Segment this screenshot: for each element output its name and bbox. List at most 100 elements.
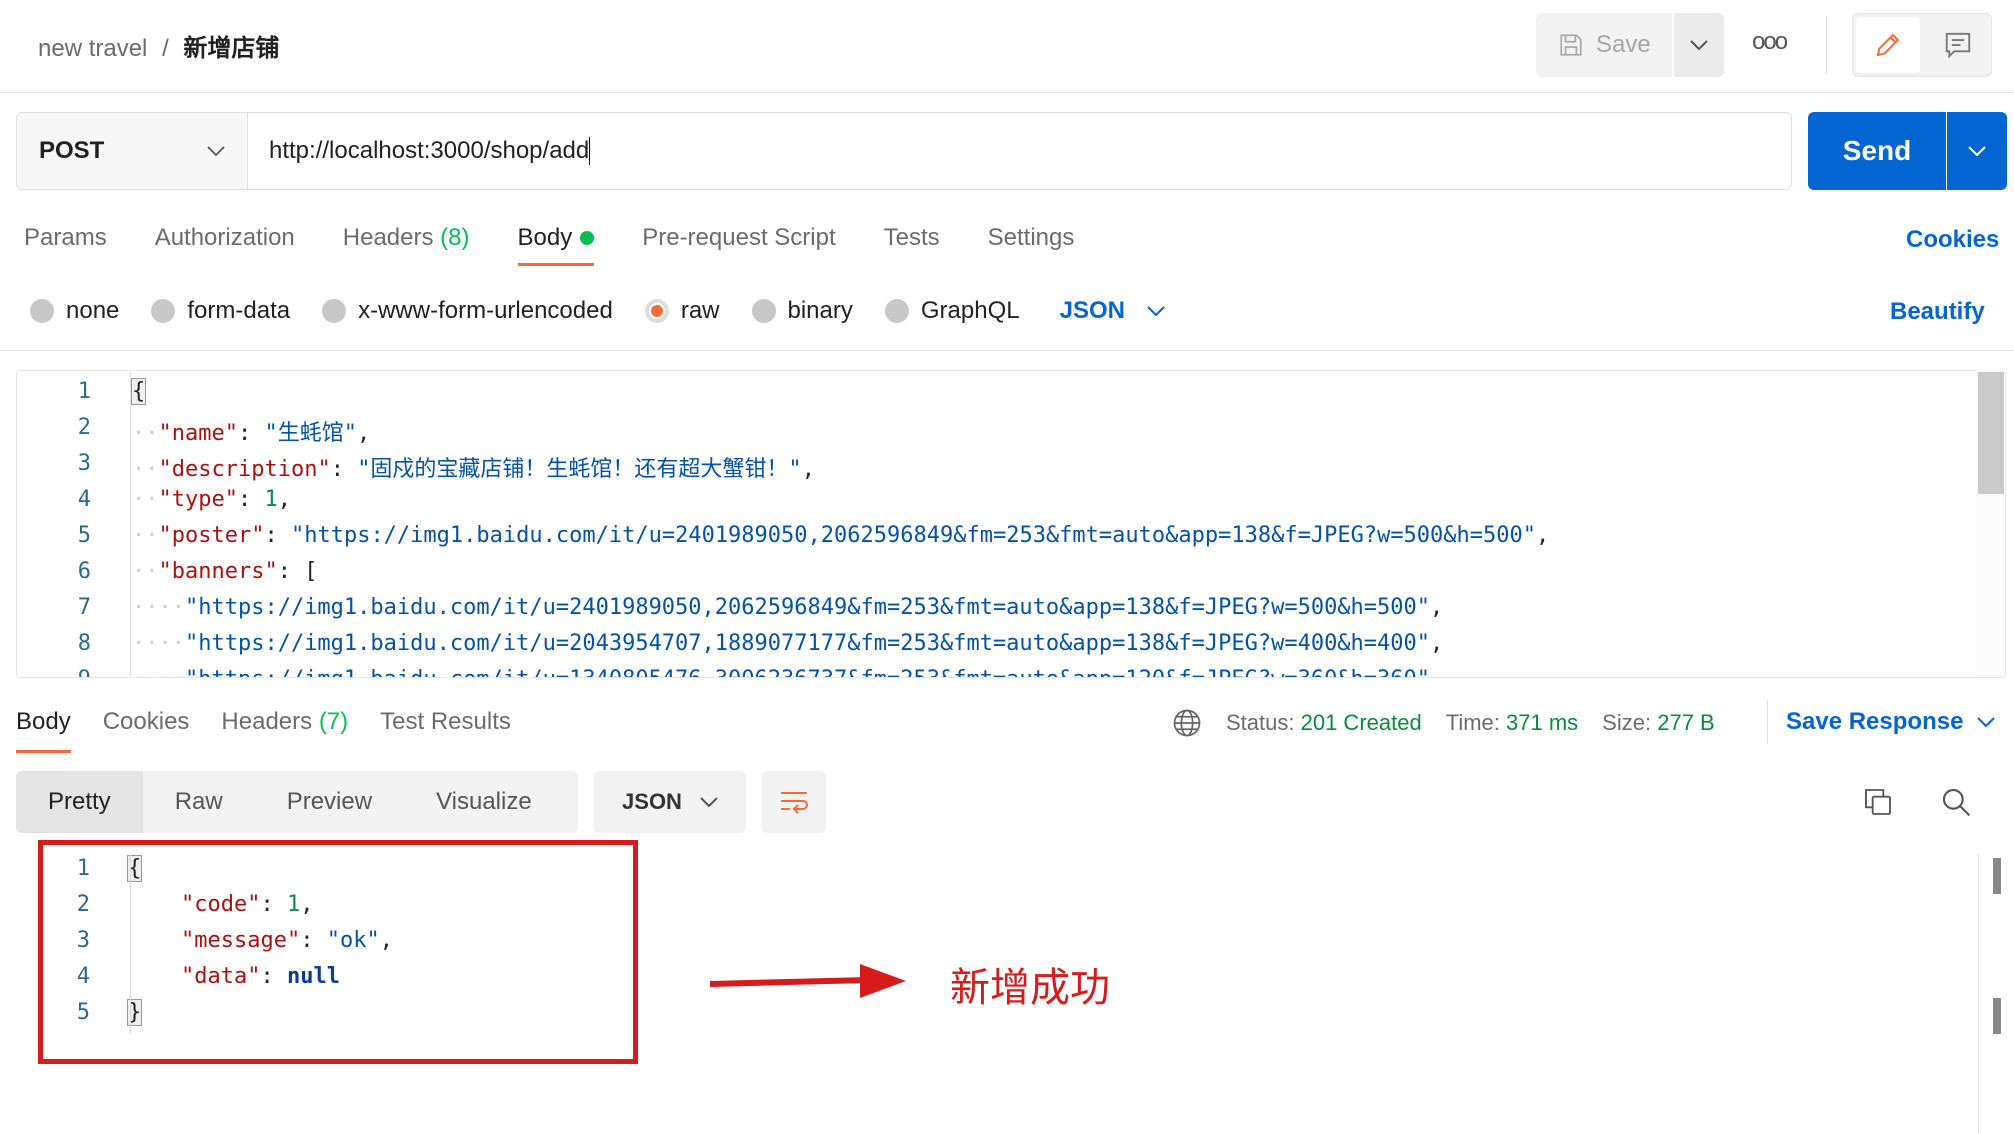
comment-icon xyxy=(1945,32,1971,59)
tab-settings[interactable]: Settings xyxy=(988,224,1075,266)
response-tab-headers[interactable]: Headers (7) xyxy=(221,708,348,750)
code-line: ····"https://img1.baidu.com/it/u=2043954… xyxy=(132,631,1444,656)
json-value: "https://img1.baidu.com/it/u=2401989050,… xyxy=(184,595,1431,620)
url-input[interactable]: http://localhost:3000/shop/add xyxy=(248,112,1792,190)
json-key: "banners" xyxy=(158,559,278,584)
cookies-link[interactable]: Cookies xyxy=(1906,226,1999,254)
json-value: "固戍的宝藏店铺！生蚝馆！还有超大蟹钳！" xyxy=(357,457,802,482)
response-tab-test-results[interactable]: Test Results xyxy=(380,708,511,750)
more-options-button[interactable]: ooo xyxy=(1752,28,1788,56)
chevron-down-icon xyxy=(700,797,718,807)
divider xyxy=(1767,700,1768,744)
tab-params[interactable]: Params xyxy=(24,224,107,266)
breadcrumb: new travel / 新增店铺 xyxy=(38,28,279,63)
response-scrollbar[interactable] xyxy=(1978,854,2004,1134)
tab-pre-request-script[interactable]: Pre-request Script xyxy=(642,224,835,266)
json-value: 1 xyxy=(264,487,278,512)
code-line: ··"description": "固戍的宝藏店铺！生蚝馆！还有超大蟹钳！", xyxy=(132,457,815,482)
save-button[interactable]: Save xyxy=(1536,13,1672,77)
breadcrumb-collection[interactable]: new travel xyxy=(38,35,147,62)
breadcrumb-separator: / xyxy=(162,35,169,62)
view-raw[interactable]: Raw xyxy=(143,771,255,833)
method-value: POST xyxy=(39,137,105,164)
wrap-icon xyxy=(781,792,808,814)
line-number: 4 xyxy=(77,487,91,512)
save-response-button[interactable]: Save Response xyxy=(1786,708,1996,736)
tab-headers[interactable]: Headers (8) xyxy=(343,224,470,266)
response-tab-cookies[interactable]: Cookies xyxy=(103,708,190,750)
response-tab-body[interactable]: Body xyxy=(16,708,71,753)
radio-graphql[interactable]: GraphQL xyxy=(884,297,1020,325)
highlight-box xyxy=(38,840,638,1064)
send-dropdown-button[interactable] xyxy=(1947,112,2007,190)
json-key: "name" xyxy=(158,421,238,446)
save-label: Save xyxy=(1596,31,1651,58)
json-value: "https://img1.baidu.com/it/u=1340805476,… xyxy=(185,667,1430,677)
chevron-down-icon xyxy=(1690,40,1708,51)
send-button[interactable]: Send xyxy=(1808,112,1946,190)
request-body-editor[interactable]: 1 {2 ··"name": "生蚝馆", 3 ··"description": "固戍… xyxy=(16,370,2006,678)
arrow-icon xyxy=(709,964,906,998)
wrap-lines-button[interactable] xyxy=(762,771,826,833)
headers-count: (8) xyxy=(440,224,470,251)
copy-icon[interactable] xyxy=(1862,786,1894,818)
line-number: 2 xyxy=(77,415,91,440)
line-number: 3 xyxy=(77,451,91,476)
tab-authorization[interactable]: Authorization xyxy=(155,224,295,266)
body-indicator-dot xyxy=(580,231,595,245)
json-key: "poster" xyxy=(158,523,265,548)
response-format-select[interactable]: JSON xyxy=(594,771,746,833)
divider xyxy=(0,350,2014,351)
json-value: [ xyxy=(304,559,318,584)
radio-x-www-form-urlencoded[interactable]: x-www-form-urlencoded xyxy=(322,297,613,325)
view-preview[interactable]: Preview xyxy=(255,771,404,833)
tab-body[interactable]: Body xyxy=(517,224,595,266)
code-line: ··"banners": [ xyxy=(132,559,318,584)
code-line: ··"name": "生蚝馆", xyxy=(132,421,371,446)
response-status-bar: Status: 201 Created Time: 371 ms Size: 2… xyxy=(1172,708,1715,738)
code-line: { xyxy=(130,378,147,405)
code-line: ··"poster": "https://img1.baidu.com/it/u… xyxy=(132,523,1550,548)
code-line: ··"type": 1, xyxy=(132,487,291,512)
time: Time: 371 ms xyxy=(1445,710,1579,735)
json-key: "description" xyxy=(158,457,331,482)
response-tabs: Body Cookies Headers (7) Test Results xyxy=(16,708,511,753)
view-pretty[interactable]: Pretty xyxy=(16,771,143,833)
json-value: "https://img1.baidu.com/it/u=2043954707,… xyxy=(184,631,1431,656)
save-icon xyxy=(1560,34,1582,56)
body-mode-radios: none form-data x-www-form-urlencoded raw… xyxy=(30,297,1165,325)
gutter-divider xyxy=(130,370,131,678)
view-visualize[interactable]: Visualize xyxy=(404,771,564,833)
line-number: 8 xyxy=(77,631,91,656)
search-icon[interactable] xyxy=(1940,786,1972,818)
response-view-selector: Pretty Raw Preview Visualize xyxy=(16,771,578,833)
radio-none[interactable]: none xyxy=(30,297,119,325)
tab-tests[interactable]: Tests xyxy=(884,224,940,266)
beautify-button[interactable]: Beautify xyxy=(1890,298,1985,326)
radio-binary[interactable]: binary xyxy=(751,297,853,325)
edit-button[interactable] xyxy=(1856,17,1920,73)
status: Status: 201 Created xyxy=(1226,710,1422,735)
line-number: 5 xyxy=(77,523,91,548)
chevron-down-icon xyxy=(1968,146,1986,156)
save-dropdown-button[interactable] xyxy=(1674,13,1724,77)
radio-raw[interactable]: raw xyxy=(644,297,720,325)
comments-button[interactable] xyxy=(1930,17,1986,73)
divider xyxy=(1826,16,1827,74)
code-line: ····"https://img1.baidu.com/it/u=1340805… xyxy=(132,667,1430,677)
code-line: ····"https://img1.baidu.com/it/u=2401989… xyxy=(132,595,1444,620)
body-format-select[interactable]: JSON xyxy=(1060,297,1165,325)
json-key: "type" xyxy=(158,487,238,512)
request-title[interactable]: 新增店铺 xyxy=(183,35,279,62)
chevron-down-icon xyxy=(1977,717,1996,727)
json-value: "生蚝馆" xyxy=(264,421,357,446)
size: Size: 277 B xyxy=(1602,710,1715,735)
line-number: 6 xyxy=(77,559,91,584)
line-number: 9 xyxy=(17,667,91,677)
radio-form-data[interactable]: form-data xyxy=(151,297,290,325)
method-select[interactable]: POST xyxy=(16,112,248,190)
url-value: http://localhost:3000/shop/add xyxy=(269,137,590,164)
editor-scrollbar-thumb[interactable] xyxy=(1978,372,2004,494)
globe-icon[interactable] xyxy=(1172,708,1202,738)
request-tabs: Params Authorization Headers (8) Body Pr… xyxy=(24,224,1074,266)
